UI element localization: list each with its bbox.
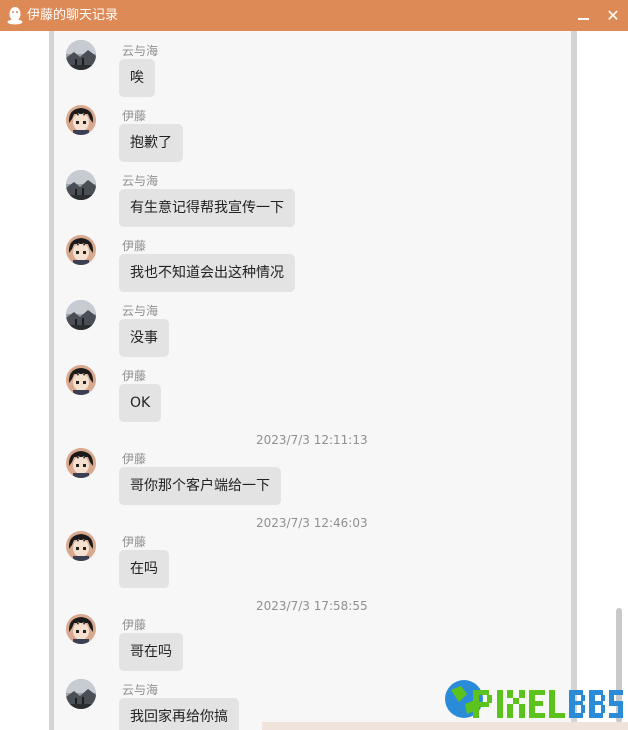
message-bubble[interactable]: OK	[119, 384, 162, 422]
window-frame-left	[0, 31, 49, 730]
sender-name: 云与海	[122, 304, 159, 318]
message-bubble[interactable]: 在吗	[119, 550, 169, 588]
anime-avatar[interactable]	[66, 365, 96, 395]
close-icon: ✕	[606, 6, 620, 25]
anime-avatar[interactable]	[66, 614, 96, 644]
sender-name: 伊藤	[122, 452, 147, 466]
anime-avatar[interactable]	[66, 105, 96, 135]
message-bubble[interactable]: 有生意记得帮我宣传一下	[119, 189, 295, 227]
close-button[interactable]: ✕	[602, 5, 624, 26]
timestamp: 2023/7/3 12:46:03	[256, 516, 368, 530]
scenery-avatar[interactable]	[66, 300, 96, 330]
timestamp: 2023/7/3 17:58:55	[256, 599, 368, 613]
scenery-avatar[interactable]	[66, 170, 96, 200]
message-bubble[interactable]: 没事	[119, 319, 169, 357]
qq-penguin-icon	[7, 7, 23, 25]
sender-name: 伊藤	[122, 369, 147, 383]
window-title: 伊藤的聊天记录	[27, 8, 119, 23]
chat-history-panel[interactable]: 云与海唉伊藤 抱歉了 云与海 有生意记得帮我宣传一下 伊藤 我也不知道会出这种情况 云与海没…	[54, 31, 571, 730]
scenery-avatar[interactable]	[66, 40, 96, 70]
message-bubble[interactable]: 抱歉了	[119, 124, 183, 162]
title-bar: 伊藤的聊天记录 ✕	[0, 0, 628, 31]
anime-avatar[interactable]	[66, 235, 96, 265]
scenery-avatar[interactable]	[66, 679, 96, 709]
message-bubble[interactable]: 我也不知道会出这种情况	[119, 254, 295, 292]
pixelbbs-watermark-logo	[445, 680, 623, 718]
message-bubble[interactable]: 哥你那个客户端给一下	[119, 467, 281, 505]
sender-name: 伊藤	[122, 109, 147, 123]
sender-name: 伊藤	[122, 618, 147, 632]
bottom-strip	[262, 722, 628, 730]
message-bubble[interactable]: 我回家再给你搞	[119, 698, 239, 730]
message-bubble[interactable]: 唉	[119, 59, 155, 97]
sender-name: 云与海	[122, 44, 159, 58]
minimize-button[interactable]	[573, 5, 595, 26]
sender-name: 云与海	[122, 683, 159, 697]
sender-name: 云与海	[122, 174, 159, 188]
minimize-icon	[578, 18, 589, 20]
anime-avatar[interactable]	[66, 448, 96, 478]
sender-name: 伊藤	[122, 239, 147, 253]
sender-name: 伊藤	[122, 535, 147, 549]
timestamp: 2023/7/3 12:11:13	[256, 433, 368, 447]
message-bubble[interactable]: 哥在吗	[119, 633, 183, 671]
anime-avatar[interactable]	[66, 531, 96, 561]
